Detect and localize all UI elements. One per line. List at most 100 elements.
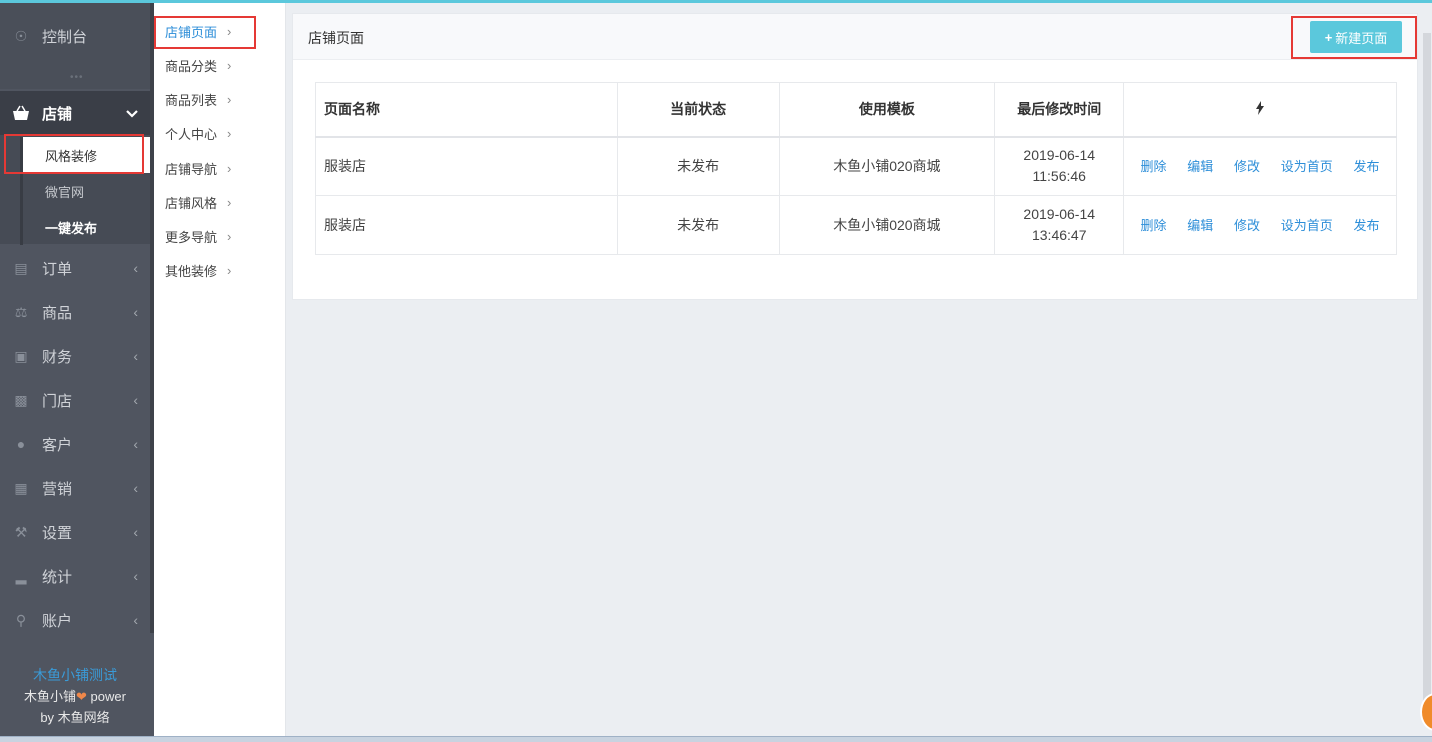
set-homepage-link[interactable]: 设为首页 <box>1281 215 1333 236</box>
sidebar-item-products[interactable]: ⚖ 商品 ‹ <box>0 290 150 334</box>
brand-name[interactable]: 木鱼小铺测试 <box>0 665 150 686</box>
chevron-left-icon: ‹ <box>133 480 138 496</box>
sidebar-item-label: 营销 <box>42 480 73 498</box>
chevron-right-icon: › <box>227 57 232 73</box>
sidebar-item-label: 店铺 <box>42 105 73 123</box>
chevron-left-icon: ‹ <box>133 436 138 452</box>
cell-status: 未发布 <box>616 136 780 196</box>
users-icon: ● <box>16 436 26 452</box>
sidebar-item-label: 客户 <box>42 436 73 454</box>
sitemap-icon: ▩ <box>14 391 28 408</box>
chevron-left-icon: ‹ <box>133 568 138 584</box>
chevron-right-icon: › <box>227 91 232 107</box>
money-icon: ▤ <box>14 259 28 276</box>
sidebar-item-statistics[interactable]: ▂ 统计 ‹ <box>0 554 150 598</box>
sidebar-item-finance[interactable]: ▣ 财务 ‹ <box>0 334 150 378</box>
table-row: 服装店 未发布 木鱼小铺020商城 2019-06-14 11:56:46 删除 … <box>315 136 1397 196</box>
chevron-right-icon: › <box>227 125 232 141</box>
table-header-row: 页面名称 当前状态 使用模板 最后修改时间 <box>315 82 1397 138</box>
sidebar-item-label: 控制台 <box>42 28 88 46</box>
sidebar-dashboard-block: ☉ 控制台 ••• <box>0 3 150 89</box>
brand-power-name: 木鱼小铺 <box>24 689 77 704</box>
col-header-actions <box>1123 82 1397 138</box>
chevron-right-icon: › <box>227 262 232 278</box>
set-homepage-link[interactable]: 设为首页 <box>1281 156 1333 177</box>
scale-icon: ⚖ <box>14 303 28 320</box>
secondary-nav-item-personal-center[interactable]: 个人中心 › <box>165 122 231 144</box>
edit-link[interactable]: 编辑 <box>1187 156 1213 177</box>
cell-date: 2019-06-14 <box>1023 147 1096 164</box>
sidebar-item-label: 账户 <box>42 612 73 630</box>
store-pages-panel: 店铺页面 + 新建页面 页面名称 当前状态 使用模板 最后修改时间 服装店 未发… <box>292 13 1418 300</box>
sidebar-item-orders[interactable]: ▤ 订单 ‹ <box>0 246 150 290</box>
collapse-handle[interactable]: ••• <box>70 72 84 83</box>
plus-icon: + <box>1324 29 1333 45</box>
submenu-item-micro-site[interactable]: 微官网 <box>20 173 150 209</box>
new-page-button[interactable]: + 新建页面 <box>1310 21 1402 53</box>
submenu-item-style-decoration[interactable]: 风格装修 <box>20 137 150 173</box>
col-header-page-name: 页面名称 <box>315 82 618 138</box>
chevron-right-icon: › <box>227 160 232 176</box>
edit-link[interactable]: 编辑 <box>1187 215 1213 236</box>
sidebar-item-dashboard[interactable]: ☉ 控制台 <box>0 14 150 58</box>
col-header-last-modified: 最后修改时间 <box>994 82 1125 138</box>
os-taskbar <box>0 736 1432 742</box>
secondary-nav-item-product-list[interactable]: 商品列表 › <box>165 88 231 110</box>
secondary-nav-item-more-navigation[interactable]: 更多导航 › <box>165 225 231 247</box>
page-scrollbar[interactable] <box>1422 3 1432 742</box>
secondary-nav-item-store-navigation[interactable]: 店铺导航 › <box>165 157 231 179</box>
top-accent-line <box>0 0 1432 3</box>
scrollbar-thumb[interactable] <box>1423 33 1431 723</box>
publish-link[interactable]: 发布 <box>1354 156 1380 177</box>
secondary-nav-label: 其他装修 <box>165 263 218 279</box>
chevron-left-icon: ‹ <box>133 524 138 540</box>
cell-status: 未发布 <box>616 195 780 255</box>
secondary-nav-label: 商品列表 <box>165 92 218 108</box>
sidebar-item-label: 商品 <box>42 304 73 322</box>
chevron-right-icon: › <box>227 228 232 244</box>
chevron-left-icon: ‹ <box>133 392 138 408</box>
sidebar-item-store[interactable]: 店铺 <box>0 91 150 135</box>
delete-link[interactable]: 删除 <box>1141 215 1167 236</box>
delete-link[interactable]: 删除 <box>1141 156 1167 177</box>
chevron-right-icon: › <box>227 23 232 39</box>
secondary-nav-item-store-style[interactable]: 店铺风格 › <box>165 191 231 213</box>
sidebar-item-stores[interactable]: ▩ 门店 ‹ <box>0 378 150 422</box>
cell-last-modified: 2019-06-14 13:46:47 <box>994 195 1125 255</box>
key-icon: ⚲ <box>15 611 27 628</box>
cell-time: 13:46:47 <box>1031 227 1087 243</box>
chevron-right-icon: › <box>227 194 232 210</box>
chevron-down-icon <box>126 105 138 121</box>
pages-table: 页面名称 当前状态 使用模板 最后修改时间 服装店 未发布 木鱼小铺020商城 … <box>315 82 1397 255</box>
chevron-left-icon: ‹ <box>133 260 138 276</box>
publish-link[interactable]: 发布 <box>1354 215 1380 236</box>
secondary-nav-item-categories[interactable]: 商品分类 › <box>165 54 231 76</box>
secondary-nav-item-store-pages[interactable]: 店铺页面 › <box>165 20 231 42</box>
sidebar-item-marketing[interactable]: ▦ 营销 ‹ <box>0 466 150 510</box>
modify-link[interactable]: 修改 <box>1234 156 1260 177</box>
cell-actions: 删除 编辑 修改 设为首页 发布 <box>1123 195 1397 255</box>
brand-power-suffix: power <box>86 689 126 704</box>
sidebar-item-settings[interactable]: ⚒ 设置 ‹ <box>0 510 150 554</box>
chevron-left-icon: ‹ <box>133 304 138 320</box>
secondary-nav-label: 更多导航 <box>165 229 218 245</box>
secondary-nav-item-other-decoration[interactable]: 其他装修 › <box>165 259 231 281</box>
store-submenu: 风格装修 微官网 一键发布 <box>0 135 150 245</box>
secondary-nav-label: 商品分类 <box>165 58 218 74</box>
cash-icon: ▣ <box>14 347 28 364</box>
bolt-icon <box>1256 100 1265 115</box>
cell-page-name: 服装店 <box>315 195 618 255</box>
sidebar-item-label: 订单 <box>42 260 73 278</box>
modify-link[interactable]: 修改 <box>1234 215 1260 236</box>
panel-header: 店铺页面 + 新建页面 <box>293 14 1417 60</box>
cell-template: 木鱼小铺020商城 <box>778 136 996 196</box>
main-sidebar: ☉ 控制台 ••• 店铺 风格装修 微官网 一键发布 ▤ 订单 ‹ ⚖ 商品 ‹… <box>0 3 154 742</box>
sidebar-item-account[interactable]: ⚲ 账户 ‹ <box>0 598 150 642</box>
cell-actions: 删除 编辑 修改 设为首页 发布 <box>1123 136 1397 196</box>
secondary-nav-label: 店铺页面 <box>165 24 218 40</box>
cell-last-modified: 2019-06-14 11:56:46 <box>994 136 1125 196</box>
sidebar-item-customers[interactable]: ● 客户 ‹ <box>0 422 150 466</box>
chevron-left-icon: ‹ <box>133 612 138 628</box>
brand-footer: 木鱼小铺测试 木鱼小铺❤ power by 木鱼网络 <box>0 665 150 728</box>
submenu-item-one-click-publish[interactable]: 一键发布 <box>20 209 150 245</box>
